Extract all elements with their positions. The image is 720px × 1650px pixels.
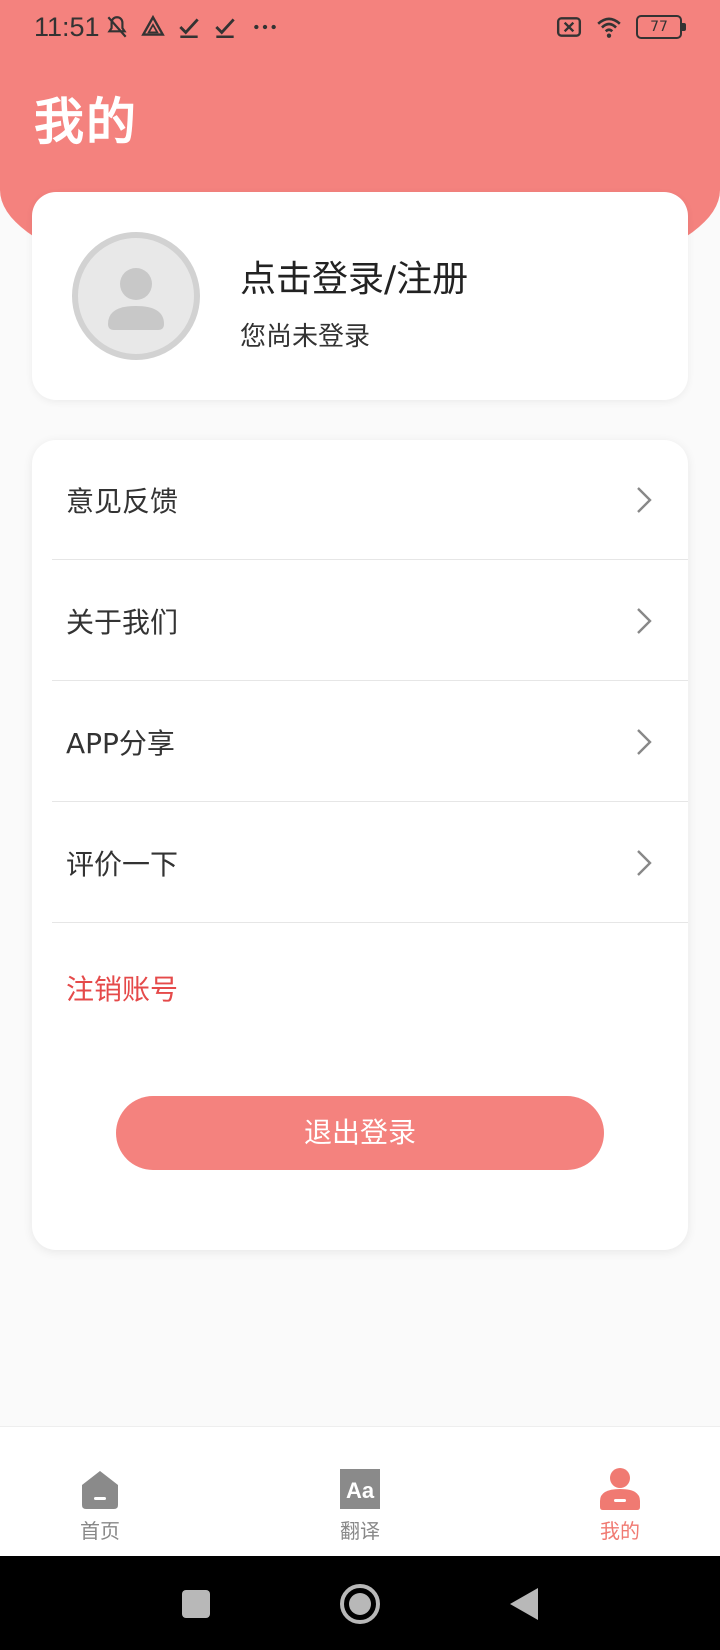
login-status-text: 您尚未登录 xyxy=(240,322,371,352)
battery-icon: 77 xyxy=(636,15,686,39)
menu-item-share[interactable]: APP分享 xyxy=(52,682,688,802)
menu-card: 意见反馈 关于我们 APP分享 评价一下 注销账号 退出登录 xyxy=(32,440,688,1250)
chevron-right-icon xyxy=(637,487,652,513)
status-icons-right: 77 xyxy=(556,14,686,40)
svg-text:Aa: Aa xyxy=(346,1478,375,1503)
menu-item-label: APP分享 xyxy=(66,727,175,760)
home-circle-icon[interactable] xyxy=(338,1582,382,1626)
translate-icon: Aa xyxy=(340,1469,380,1509)
menu-item-label: 意见反馈 xyxy=(66,485,179,518)
status-time: 11:51 xyxy=(34,12,100,42)
tab-translate[interactable]: Aa 翻译 xyxy=(280,1427,440,1557)
recent-apps-icon[interactable] xyxy=(174,1582,218,1626)
menu-item-rate[interactable]: 评价一下 xyxy=(52,803,688,923)
tab-home[interactable]: 首页 xyxy=(20,1427,180,1557)
more-dots-icon xyxy=(254,24,276,30)
sim-off-icon xyxy=(556,17,582,37)
cancel-account-link[interactable]: 注销账号 xyxy=(66,968,178,1008)
status-bar: 11:51 77 xyxy=(0,0,720,56)
tab-profile[interactable]: 我的 xyxy=(540,1427,700,1557)
drive-icon xyxy=(141,14,165,36)
tab-label: 我的 xyxy=(600,1519,640,1543)
back-triangle-icon[interactable] xyxy=(502,1582,546,1626)
menu-item-label: 评价一下 xyxy=(66,848,179,881)
profile-icon xyxy=(600,1468,640,1510)
logout-button[interactable]: 退出登录 xyxy=(116,1096,604,1170)
system-nav-bar xyxy=(0,1556,720,1650)
chevron-right-icon xyxy=(637,850,652,876)
menu-item-about[interactable]: 关于我们 xyxy=(52,561,688,681)
check-icon xyxy=(179,18,199,39)
wifi-icon xyxy=(597,17,621,38)
mute-icon xyxy=(107,16,127,38)
menu-item-label: 关于我们 xyxy=(66,606,179,639)
user-avatar-icon[interactable] xyxy=(72,232,200,360)
login-register-link[interactable]: 点击登录/注册 xyxy=(240,250,468,302)
check-icon xyxy=(215,18,235,39)
tab-label: 首页 xyxy=(80,1519,120,1543)
chevron-right-icon xyxy=(637,608,652,634)
home-icon xyxy=(82,1471,118,1509)
page-title: 我的 xyxy=(34,93,138,151)
avatar-silhouette xyxy=(108,268,164,330)
chevron-right-icon xyxy=(637,729,652,755)
profile-card[interactable]: 点击登录/注册 您尚未登录 xyxy=(32,192,688,400)
tab-label: 翻译 xyxy=(340,1519,380,1543)
bottom-tab-bar: 首页 Aa 翻译 我的 xyxy=(0,1426,720,1557)
menu-item-feedback[interactable]: 意见反馈 xyxy=(52,440,688,560)
status-icons-left xyxy=(104,14,282,40)
